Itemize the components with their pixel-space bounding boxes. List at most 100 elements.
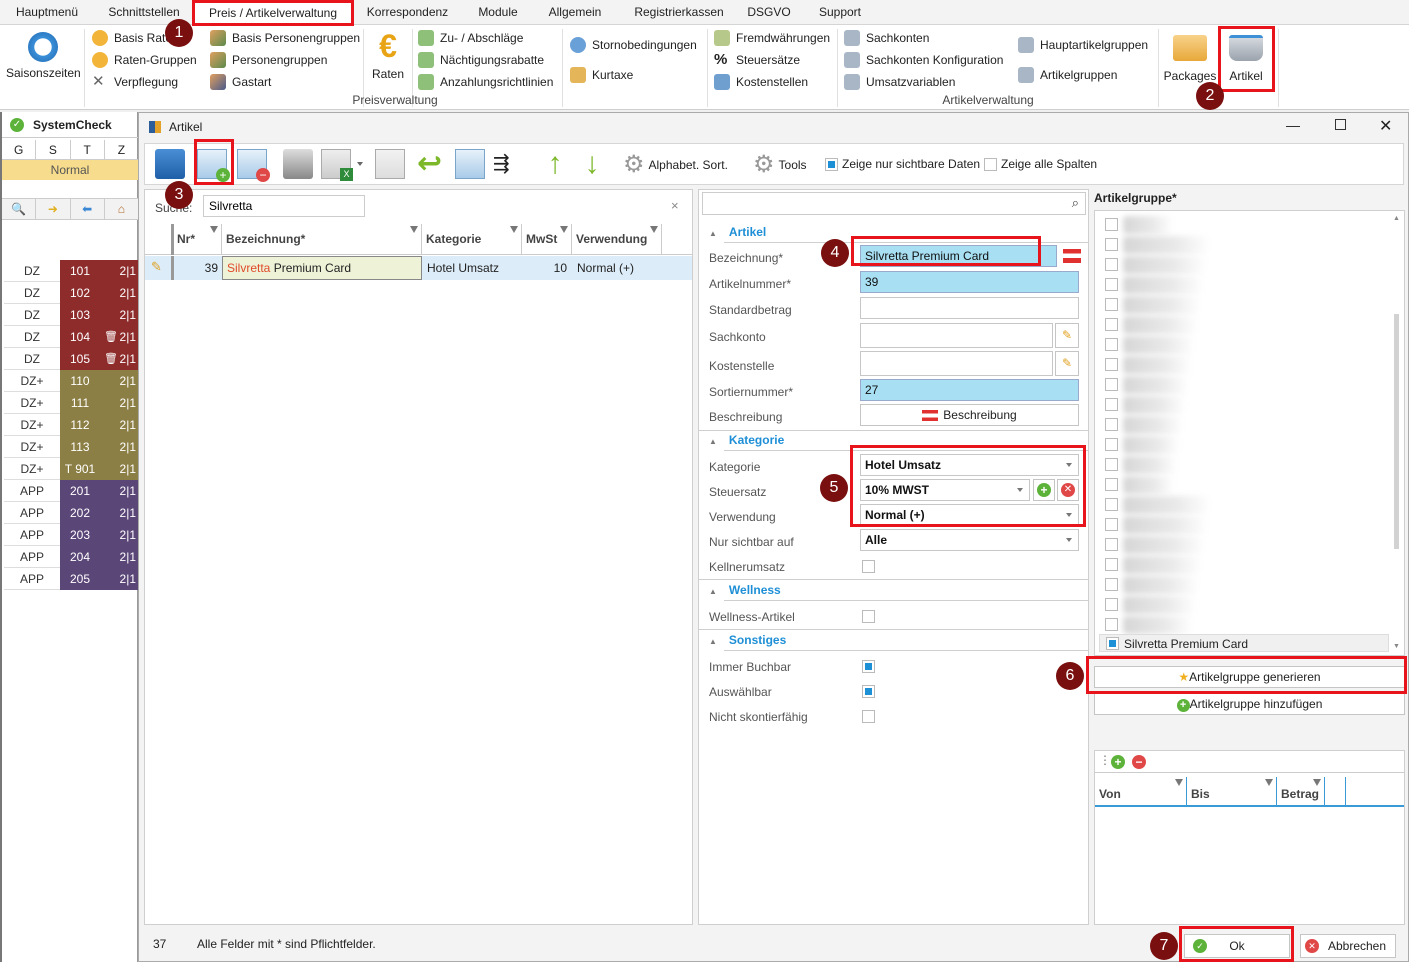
artikelgruppe-item[interactable] — [1095, 575, 1385, 595]
tab-dsgvo[interactable]: DSGVO — [740, 0, 798, 25]
room-row[interactable]: DZ 105 🗑 2|1 — [4, 348, 139, 370]
room-cell[interactable]: 103 2|1 — [60, 304, 139, 326]
search-icon[interactable]: 🔍 — [2, 199, 37, 219]
column-header-bezeichnung[interactable]: Bezeichnung* — [222, 224, 422, 254]
room-cell[interactable]: 101 2|1 — [60, 260, 139, 282]
artikelgruppe-checkbox[interactable] — [1105, 238, 1118, 251]
filter-icon[interactable] — [210, 226, 218, 233]
systemcheck-header[interactable]: ✓ SystemCheck — [2, 112, 138, 138]
column-header-nr[interactable]: Nr* — [176, 224, 222, 254]
arrow-up-icon[interactable]: ↑ — [540, 149, 570, 179]
arrow-down-icon[interactable]: ↓ — [577, 149, 607, 179]
artikel-button[interactable]: Artikel — [1222, 31, 1270, 83]
artikelgruppe-item[interactable] — [1095, 255, 1385, 275]
artikelnummer-input[interactable]: 39 — [860, 271, 1079, 293]
room-cell[interactable]: 202 2|1 — [60, 502, 139, 524]
mode-label[interactable]: Normal — [2, 160, 138, 180]
room-cell[interactable]: 104 🗑 2|1 — [60, 326, 139, 348]
tab-preis-artikelverwaltung[interactable]: Preis / Artikelverwaltung — [194, 0, 352, 26]
room-row[interactable]: DZ+ T 901 2|1 — [4, 458, 139, 480]
personengruppen-button[interactable]: Personengruppen — [210, 52, 327, 68]
section-sonstiges[interactable]: ▲ Sonstiges — [709, 633, 786, 647]
section-kategorie[interactable]: ▲ Kategorie — [709, 433, 784, 447]
column-g[interactable]: G — [2, 140, 37, 159]
artikelgruppe-checkbox[interactable] — [1105, 618, 1118, 631]
room-row[interactable]: DZ 103 2|1 — [4, 304, 139, 326]
room-cell[interactable]: 105 🗑 2|1 — [60, 348, 139, 370]
section-artikel[interactable]: ▲ Artikel — [709, 225, 766, 239]
artikelgruppe-item[interactable] — [1095, 555, 1385, 575]
ok-button[interactable]: ✓ Ok — [1184, 934, 1290, 958]
artikelgruppe-hinzufuegen-button[interactable]: + Artikelgruppe hinzufügen — [1094, 693, 1405, 715]
filter-icon[interactable] — [650, 226, 658, 233]
column-header-verwendung[interactable]: Verwendung — [572, 224, 662, 254]
export-icon[interactable] — [375, 149, 405, 179]
kellnerumsatz-checkbox[interactable] — [862, 560, 875, 573]
room-row[interactable]: DZ+ 113 2|1 — [4, 436, 139, 458]
beschreibung-button[interactable]: Beschreibung — [860, 404, 1079, 426]
maximize-button[interactable] — [1335, 119, 1346, 130]
room-row[interactable]: DZ 104 🗑 2|1 — [4, 326, 139, 348]
artikelgruppe-item[interactable] — [1095, 235, 1385, 255]
room-cell[interactable]: 113 2|1 — [60, 436, 139, 458]
save-icon[interactable] — [155, 149, 185, 179]
artikelgruppe-item[interactable] — [1095, 535, 1385, 555]
bezeichnung-input[interactable]: Silvretta Premium Card — [860, 245, 1057, 267]
room-cell[interactable]: 205 2|1 — [60, 568, 139, 590]
artikelgruppe-item[interactable] — [1095, 295, 1385, 315]
delete-document-icon[interactable]: − — [237, 149, 270, 182]
artikelgruppe-item[interactable] — [1095, 335, 1385, 355]
artikelgruppe-generieren-button[interactable]: ★Artikelgruppe generieren — [1094, 666, 1405, 688]
scroll-down-icon[interactable]: ▼ — [1393, 643, 1400, 650]
room-cell[interactable]: T 901 2|1 — [60, 458, 139, 480]
artikelgruppe-checkbox[interactable] — [1105, 298, 1118, 311]
saisonszeiten-button[interactable]: Saisonszeiten — [6, 29, 81, 80]
column-header-von[interactable]: Von — [1099, 777, 1187, 807]
room-row[interactable]: DZ 102 2|1 — [4, 282, 139, 304]
artikelgruppe-item[interactable] — [1095, 275, 1385, 295]
artikelgruppe-item[interactable] — [1095, 595, 1385, 615]
artikelgruppe-checkbox[interactable] — [1105, 558, 1118, 571]
sachkonten-button[interactable]: Sachkonten — [844, 30, 929, 46]
minimize-button[interactable]: — — [1286, 117, 1300, 133]
column-header-bis[interactable]: Bis — [1187, 777, 1277, 807]
artikelgruppe-item-selected[interactable]: Silvretta Premium Card — [1099, 634, 1389, 652]
tab-registrierkassen[interactable]: Registrierkassen — [625, 0, 733, 25]
naechtigungsrabatte-button[interactable]: Nächtigungsrabatte — [418, 52, 544, 68]
artikelgruppen-button[interactable]: Artikelgruppen — [1018, 67, 1117, 83]
room-row[interactable]: APP 201 2|1 — [4, 480, 139, 502]
language-flag-icon[interactable] — [1063, 249, 1081, 263]
artikelgruppe-checkbox[interactable] — [1106, 637, 1119, 650]
room-cell[interactable]: 111 2|1 — [60, 392, 139, 414]
raten-gruppen-button[interactable]: Raten-Gruppen — [92, 52, 197, 68]
tab-hauptmenue[interactable]: Hauptmenü — [8, 0, 86, 25]
room-cell[interactable]: 201 2|1 — [60, 480, 139, 502]
artikelgruppe-checkbox[interactable] — [1105, 218, 1118, 231]
room-row[interactable]: APP 205 2|1 — [4, 568, 139, 590]
room-row[interactable]: DZ+ 112 2|1 — [4, 414, 139, 436]
filter-icon[interactable] — [1265, 779, 1273, 786]
room-row[interactable]: DZ+ 111 2|1 — [4, 392, 139, 414]
sachkonto-input[interactable] — [860, 323, 1053, 348]
clear-search-icon[interactable]: × — [671, 198, 679, 213]
tab-allgemein[interactable]: Allgemein — [540, 0, 610, 25]
artikelgruppe-checkbox[interactable] — [1105, 278, 1118, 291]
artikelgruppe-item[interactable] — [1095, 455, 1385, 475]
excel-export-icon[interactable]: X — [321, 149, 353, 181]
artikelgruppe-checkbox[interactable] — [1105, 538, 1118, 551]
artikelgruppe-checkbox[interactable] — [1105, 598, 1118, 611]
artikelgruppe-checkbox[interactable] — [1105, 338, 1118, 351]
packages-button[interactable]: Packages — [1162, 31, 1218, 83]
nicht-skontierfaehig-checkbox[interactable] — [862, 710, 875, 723]
artikelgruppe-item[interactable] — [1095, 215, 1385, 235]
column-header-kategorie[interactable]: Kategorie — [422, 224, 522, 254]
chevron-down-icon[interactable] — [357, 162, 363, 166]
artikelgruppe-item[interactable] — [1095, 475, 1385, 495]
filter-icon[interactable] — [560, 226, 568, 233]
close-button[interactable]: ✕ — [1379, 116, 1392, 136]
artikelgruppe-item[interactable] — [1095, 375, 1385, 395]
kostenstellen-button[interactable]: Kostenstellen — [714, 74, 808, 90]
artikelgruppe-item[interactable] — [1095, 355, 1385, 375]
undo-icon[interactable]: ↩ — [417, 149, 447, 179]
new-document-icon[interactable]: + — [197, 149, 230, 182]
